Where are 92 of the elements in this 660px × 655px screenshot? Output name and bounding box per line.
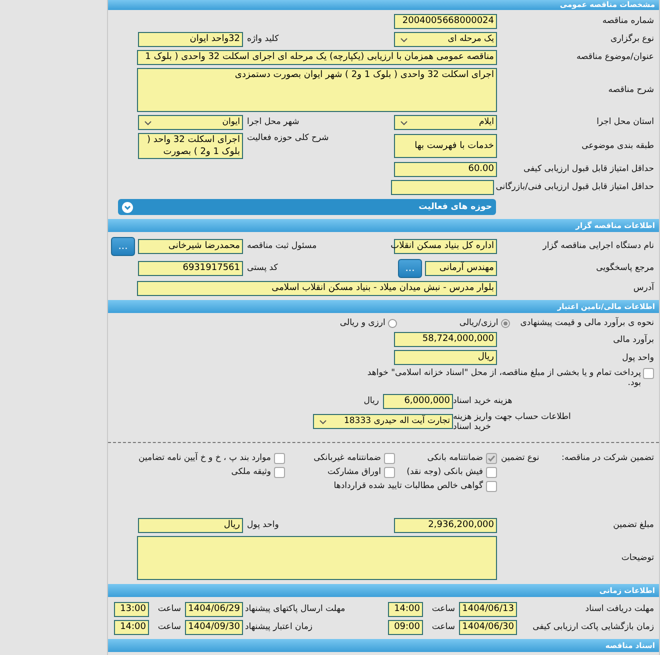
field-label: حداقل امتیاز قابل قبول ارزیابی کیفی <box>522 164 654 175</box>
field-label: استان محل اجرا <box>596 117 654 128</box>
text-field[interactable]: 1404/06/30 <box>459 620 517 635</box>
radio-button[interactable] <box>388 318 398 328</box>
field-label: حداقل امتیاز قابل قبول ارزیابی فنی/بازرگانی <box>494 182 654 193</box>
text-field[interactable]: ریال <box>138 518 243 533</box>
field-label: زمان اعتبار پیشنهاد <box>245 622 313 633</box>
field-label: شهر محل اجرا <box>247 117 300 128</box>
field-label: نحوه ی برآورد مالی و قیمت پیشنهادی <box>520 318 654 328</box>
field-label: ساعت <box>156 622 182 633</box>
radio-label: ارزی/ریالی <box>459 318 498 328</box>
collapsible-header[interactable]: حوزه های فعالیت <box>118 199 496 215</box>
checkbox[interactable] <box>643 368 654 380</box>
dropdown[interactable]: ایوان <box>138 115 243 130</box>
field-label: طبقه بندی موضوعی <box>580 140 654 152</box>
field-label: مهلت دریافت اسناد <box>584 604 654 615</box>
text-field[interactable]: 14:00 <box>114 620 149 635</box>
text-field[interactable]: 1404/06/29 <box>185 602 243 617</box>
text-field[interactable] <box>390 180 494 195</box>
checkbox-label: گواهی خالص مطالبات تایید شده قراردادها <box>334 481 483 492</box>
checkbox[interactable] <box>384 452 395 464</box>
text-field[interactable]: 60.00 <box>394 162 497 177</box>
field-label: ساعت <box>156 604 182 615</box>
chevron-down-icon <box>400 36 408 42</box>
text-field[interactable]: 2,936,200,000 <box>394 518 497 533</box>
text-field[interactable]: 09:00 <box>388 620 423 635</box>
text-field[interactable]: 1404/09/30 <box>185 620 243 635</box>
field-label: زمان بازگشایی پاکت ارزیابی کیفی <box>532 622 654 633</box>
text-field[interactable]: 6931917561 <box>138 261 243 276</box>
checkbox[interactable] <box>486 452 497 464</box>
unit-label: ریال <box>364 396 379 406</box>
text-field[interactable]: 58,724,000,000 <box>394 332 497 348</box>
field-label: نوع تضمین <box>501 452 540 464</box>
checkbox-label: اوراق مشارکت <box>328 467 381 478</box>
dropdown[interactable]: تجارت آیت اله حیدری 18333 <box>313 414 453 430</box>
checkbox[interactable] <box>274 466 285 478</box>
field-label: توضیحات <box>620 552 654 564</box>
text-field[interactable]: خدمات با فهرست بها <box>394 134 497 158</box>
field-label: شرح مناقصه <box>607 84 654 96</box>
checkbox[interactable] <box>486 466 497 478</box>
text-field[interactable]: مهندس آرمانی <box>425 261 497 276</box>
field-label: مرجع پاسخگویی <box>595 263 654 274</box>
checkbox[interactable] <box>274 452 285 464</box>
text-field[interactable]: بلوار مدرس - نبش میدان میلاد - بنیاد مسکن انقلاب اسلامی <box>137 281 497 296</box>
text-field[interactable]: ریال <box>394 350 497 366</box>
checkbox[interactable] <box>384 466 395 478</box>
text-field[interactable]: 2004005668000024 <box>394 14 497 29</box>
field-label: مسئول ثبت مناقصه <box>247 241 317 252</box>
text-field[interactable]: 6,000,000 <box>383 394 453 409</box>
text-area[interactable] <box>137 536 497 580</box>
checkbox-label: ضمانتنامه بانکی <box>427 453 483 464</box>
text-area[interactable]: اجرای اسکلت 32 واحد ( بلوک 1 و2 ) بصورت <box>138 133 243 159</box>
field-label: شرح کلی حوزه فعالیت <box>247 133 329 144</box>
checkbox-label: فیش بانکی (وجه نقد) <box>406 467 483 478</box>
field-label: نوع برگزاری <box>610 34 654 45</box>
checkbox-label: موارد بند پ ، خ و خ آیین نامه تضامین <box>138 453 271 464</box>
field-label: ساعت <box>430 604 456 615</box>
text-field[interactable]: 14:00 <box>388 602 423 617</box>
field-label: کلید واژه <box>247 34 279 45</box>
dropdown[interactable]: یک مرحله ای <box>394 32 497 47</box>
chevron-down-icon <box>144 120 152 126</box>
dropdown[interactable]: ایلام <box>394 115 497 130</box>
field-label: عنوان/موضوع مناقصه <box>575 52 654 63</box>
field-label: مبلغ تضمین <box>612 520 654 531</box>
more-button[interactable]: ... <box>398 259 422 278</box>
field-label: شماره مناقصه <box>601 16 654 27</box>
text-area[interactable]: اجرای اسکلت 32 واحدی ( بلوک 1 و2 ) شهر ایوان بصورت دستمزدی <box>137 68 497 112</box>
field-label: مهلت ارسال پاکتهای پیشنهاد <box>245 604 346 615</box>
field-label: آدرس <box>632 283 654 294</box>
more-button[interactable]: ... <box>111 237 135 256</box>
radio-button[interactable] <box>501 318 510 328</box>
text-field[interactable]: مناقصه عمومی همزمان با ارزیابی (یکپارچه) یک مرحله ای اجرای اسکلت 32 واحدی ( بلوک 1 <box>137 50 497 65</box>
field-label: هزینه خرید اسناد <box>453 396 514 406</box>
field-label: کد پستی <box>247 263 278 274</box>
checkbox-label: وثیقه ملکی <box>231 467 271 478</box>
checkbox[interactable] <box>486 480 497 492</box>
field-label: نام دستگاه اجرایی مناقصه گزار <box>541 241 654 252</box>
radio-label: ارزی و ریالی <box>340 318 386 328</box>
text-field[interactable]: 13:00 <box>114 602 149 617</box>
field-label: تضمین شرکت در مناقصه: <box>562 452 654 464</box>
chevron-down-icon <box>400 120 408 126</box>
chevron-down-icon <box>319 418 327 425</box>
field-label: ساعت <box>430 622 456 633</box>
text-field[interactable]: محمدرضا شیرخانی <box>138 239 243 254</box>
field-label: واحد پول <box>621 352 654 363</box>
text-field[interactable]: 1404/06/13 <box>459 602 517 617</box>
checkbox-label: ضمانتنامه غیربانکی <box>314 453 381 464</box>
field-label: برآورد مالی <box>612 334 654 345</box>
field-label: اطلاعات حساب جهت واریز هزینه خرید اسناد <box>453 412 572 432</box>
text-field[interactable]: 32واحد ایوان <box>138 32 243 47</box>
notice-text: پرداخت تمام و یا بخشی از مبلغ مناقصه، از محل "اسناد خزانه اسلامی" خواهد بود. <box>366 368 641 389</box>
field-label: واحد پول <box>247 520 279 531</box>
